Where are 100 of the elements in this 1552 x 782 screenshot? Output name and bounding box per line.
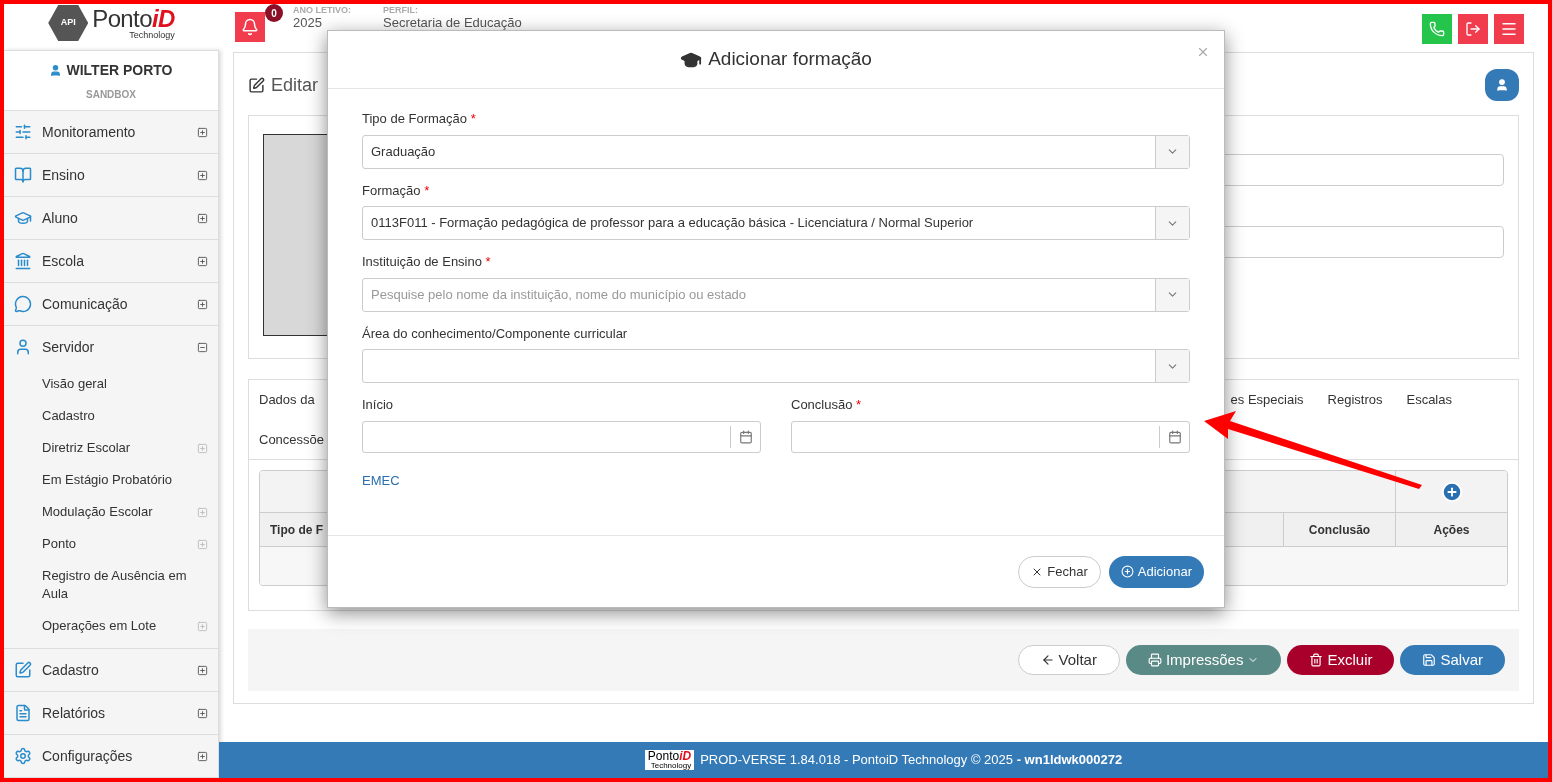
sidebar-item[interactable]: Ensino [4,154,218,196]
add-icon[interactable] [1440,480,1463,503]
edit-icon [248,76,265,94]
logout-icon [1465,21,1481,37]
logo-badge: API [48,5,89,41]
sidebar-item[interactable]: Monitoramento [4,111,218,153]
notification-badge: 0 [265,4,283,22]
calendar-icon [738,429,753,444]
select-field[interactable]: Graduação [362,134,1190,169]
add-button[interactable]: Adicionar [1108,555,1204,588]
footer-text: PROD-VERSE 1.84.018 - PontoiD Technology © 2025 - wn1ldwk000272 [700,751,1123,770]
expand-icon [197,664,208,676]
column-header: Tipo de F [270,521,324,539]
logo-subtitle: Technology [129,30,175,40]
environment-label: SANDBOX [86,87,136,102]
bank-building-icon [14,252,32,270]
tab[interactable]: es Especiais [1230,390,1304,410]
graduation-cap-icon [14,209,32,227]
phone-icon [1429,21,1445,37]
field-label: Conclusão * [791,396,862,414]
sidebar-subitem[interactable]: Operações em Lote [4,610,218,642]
plus-circle-icon [1120,565,1134,578]
collapse-icon [197,341,208,353]
expand-icon [197,298,208,310]
tab[interactable]: Registros [1327,390,1383,410]
save-button[interactable]: Salvar [1400,645,1505,675]
sidebar-subitem[interactable]: Modulação Escolar [4,496,218,528]
sidebar-subitem[interactable]: Cadastro [4,400,218,432]
column-header: Conclusão [1283,513,1395,546]
profile-select[interactable]: Secretaria de Educação [383,16,522,31]
field-label: Tipo de Formação * [362,110,476,128]
settings-icon [14,747,32,765]
delete-button[interactable]: Excluir [1287,645,1395,675]
select-field[interactable]: 0113F011 - Formação pedagógica de professor para a educação básica - Licenciatura / Normal Superior [362,206,1190,240]
expand-icon [197,621,208,632]
book-icon [14,166,32,184]
sidebar-subitem[interactable]: Diretriz Escolar [4,432,218,464]
expand-icon [197,169,208,181]
sidebar-subitem[interactable]: Em Estágio Probatório [4,464,218,496]
person-icon [14,338,32,356]
sidebar-item[interactable]: Aluno [4,197,218,239]
expand-icon [197,750,208,762]
modal-title: Adicionar formação [708,47,872,72]
chat-button[interactable] [1422,14,1452,44]
printer-icon [1147,653,1162,667]
sidebar-item[interactable]: Comunicação [4,283,218,325]
save-icon [1422,653,1437,667]
sliders-icon [14,123,32,141]
trash-icon [1309,653,1324,667]
edit-icon [14,661,32,679]
tab[interactable]: Concessõe [259,429,325,449]
expand-icon [197,212,208,224]
sidebar-item[interactable]: Escola [4,240,218,282]
print-button[interactable]: Impressões [1125,645,1282,675]
tab[interactable]: Escalas [1406,390,1452,410]
close-button[interactable] [1196,45,1210,59]
speech-bubble-icon [14,295,32,313]
menu-button[interactable] [1494,14,1524,44]
column-header: Ações [1395,513,1507,546]
sidebar-item[interactable]: Cadastro [4,649,218,691]
date-field[interactable] [791,420,1190,453]
field-label: Instituição de Ensino * [362,253,491,271]
person-icon [1495,78,1509,92]
sidebar-item[interactable]: Servidor [4,326,218,368]
expand-icon [197,507,208,518]
sidebar-subitem[interactable]: Ponto [4,528,218,560]
date-field[interactable] [362,420,761,453]
sidebar-item[interactable]: Configurações [4,735,218,777]
logout-button[interactable] [1458,14,1488,44]
expand-icon [197,255,208,267]
logo-wordmark: PontoiD [92,6,175,31]
field-label: Área do conhecimento/Componente curricular [362,324,628,343]
back-button[interactable]: Voltar [1017,645,1120,675]
menu-icon [1500,20,1518,38]
expand-icon [197,126,208,138]
arrow-left-icon [1040,653,1055,667]
emec-link[interactable]: EMEC [362,470,400,490]
profile-label: PERFIL: [383,5,419,17]
sidebar-subitem[interactable]: Registro de Ausência em Aula [4,560,218,610]
select-field[interactable] [362,349,1190,383]
footer-logo-subtitle: Technology [650,762,692,770]
school-year-label: ANO LETIVO: [293,5,351,17]
document-icon [14,704,32,722]
close-button[interactable]: Fechar [1018,555,1101,588]
sidebar-subitem[interactable]: Visão geral [4,368,218,400]
field-label: Início [362,396,394,414]
school-year-select[interactable]: 2025 [293,16,351,31]
page-title: Editar [271,73,319,97]
tab[interactable]: Dados da [259,390,325,410]
sidebar-item[interactable]: Relatórios [4,692,218,734]
field-label: Formação * [362,181,430,200]
bell-icon [241,18,259,36]
calendar-icon [1167,429,1182,444]
user-name: WILTER PORTO [66,60,173,80]
profile-button[interactable] [1485,69,1519,101]
notification-button[interactable] [235,12,265,42]
person-icon [49,63,63,77]
expand-icon [197,707,208,719]
footer-logo: PontoiD [647,750,692,762]
close-icon [1196,45,1210,59]
